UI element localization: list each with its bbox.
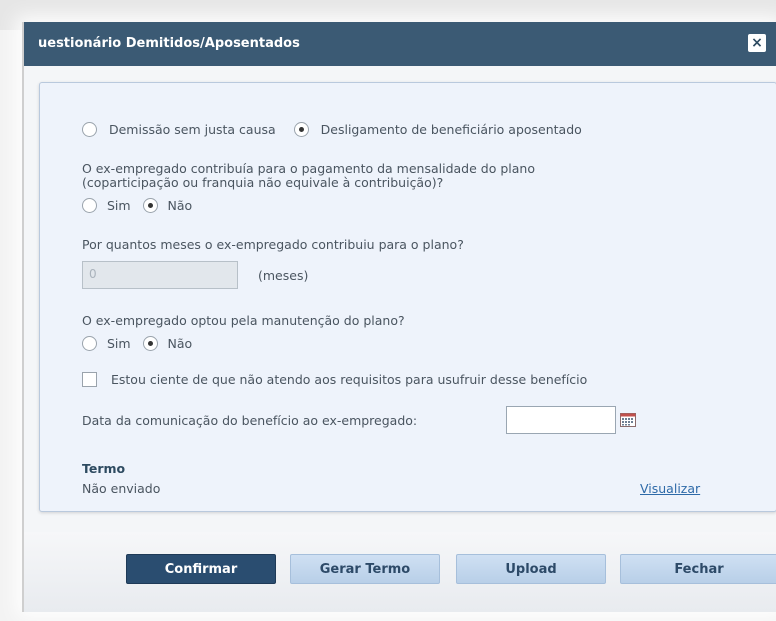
q3-radio-yes[interactable] xyxy=(82,336,97,351)
termo-status: Não enviado xyxy=(82,481,161,496)
form-panel: Demissão sem justa causa Desligamento de… xyxy=(39,82,776,512)
q1-text-line2: (coparticipação ou franquia não equivale… xyxy=(82,175,444,190)
q1-radio-group: Sim Não xyxy=(82,197,192,213)
close-button[interactable]: Fechar xyxy=(620,554,776,584)
reason-radio-group: Demissão sem justa causa Desligamento de… xyxy=(82,121,582,137)
months-input[interactable]: 0 xyxy=(82,261,238,289)
q1-text-line1: O ex-empregado contribuía para o pagamen… xyxy=(82,161,535,176)
radio-desligamento-label: Desligamento de beneficiário aposentado xyxy=(320,122,582,137)
q1-radio-no[interactable] xyxy=(142,198,158,213)
q3-yes-label: Sim xyxy=(106,336,131,351)
dialog-titlebar: uestionário Demitidos/Aposentados × xyxy=(24,22,776,66)
radio-demissao[interactable] xyxy=(82,122,97,137)
date-label: Data da comunicação do benefício ao ex-e… xyxy=(82,413,418,428)
q1-radio-yes[interactable] xyxy=(82,198,97,213)
dialog-title: uestionário Demitidos/Aposentados xyxy=(38,36,300,51)
ack-row: Estou ciente de que não atendo aos requi… xyxy=(82,371,587,387)
questionnaire-dialog: uestionário Demitidos/Aposentados × Demi… xyxy=(22,22,776,612)
upload-button[interactable]: Upload xyxy=(456,554,606,584)
q3-no-label: Não xyxy=(167,336,193,351)
termo-title: Termo xyxy=(82,461,126,476)
ack-checkbox[interactable] xyxy=(82,372,97,387)
q1-no-label: Não xyxy=(167,198,193,213)
calendar-icon[interactable] xyxy=(620,413,636,427)
radio-desligamento[interactable] xyxy=(293,122,309,137)
q3-radio-group: Sim Não xyxy=(82,335,192,351)
q1-yes-label: Sim xyxy=(106,198,131,213)
ack-label: Estou ciente de que não atendo aos requi… xyxy=(110,372,588,387)
q2-text: Por quantos meses o ex-empregado contrib… xyxy=(82,237,464,252)
months-unit-label: (meses) xyxy=(258,268,309,283)
date-input[interactable] xyxy=(506,406,616,434)
generate-term-button[interactable]: Gerar Termo xyxy=(290,554,440,584)
q3-text: O ex-empregado optou pela manutenção do … xyxy=(82,313,405,328)
close-icon[interactable]: × xyxy=(748,34,766,52)
confirm-button[interactable]: Confirmar xyxy=(126,554,276,584)
radio-demissao-label: Demissão sem justa causa xyxy=(108,122,276,137)
view-link[interactable]: Visualizar xyxy=(640,481,700,496)
q3-radio-no[interactable] xyxy=(142,336,158,351)
